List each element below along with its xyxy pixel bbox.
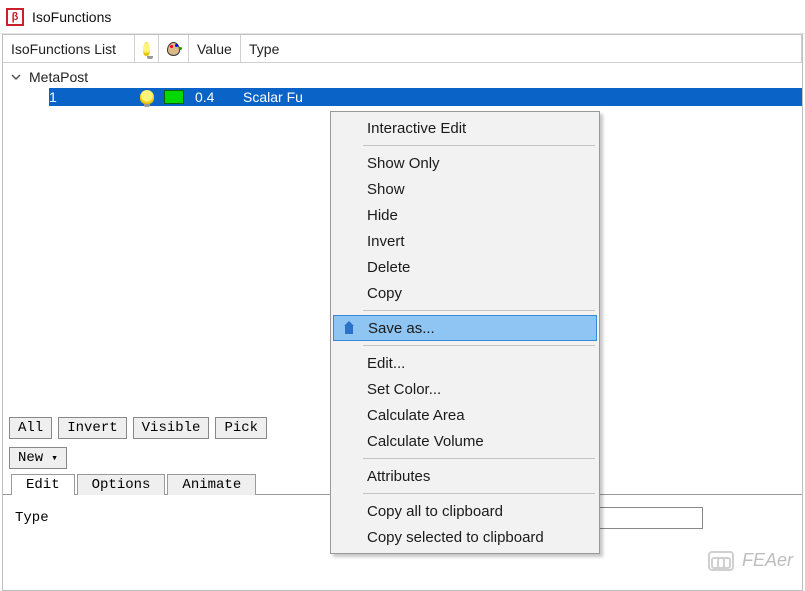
window-title: IsoFunctions bbox=[32, 9, 111, 25]
expander-icon[interactable] bbox=[9, 70, 23, 84]
watermark-icon bbox=[708, 551, 734, 571]
bulb-icon bbox=[140, 90, 154, 104]
type-label: Type bbox=[15, 510, 95, 526]
row-color bbox=[159, 88, 189, 106]
menu-separator bbox=[363, 345, 595, 346]
row-value: 0.4 bbox=[189, 88, 237, 106]
menu-save-as-label: Save as... bbox=[368, 320, 435, 337]
all-button[interactable]: All bbox=[9, 417, 52, 439]
invert-button[interactable]: Invert bbox=[58, 417, 126, 439]
palette-icon bbox=[167, 42, 180, 56]
color-swatch bbox=[164, 90, 184, 104]
tree-item-row[interactable]: 1 0.4 Scalar Fu bbox=[3, 87, 802, 107]
context-menu[interactable]: Interactive Edit Show Only Show Hide Inv… bbox=[330, 111, 600, 554]
menu-copy[interactable]: Copy bbox=[333, 280, 597, 306]
menu-edit[interactable]: Edit... bbox=[333, 350, 597, 376]
list-header: IsoFunctions List Value Type bbox=[3, 35, 802, 63]
new-button[interactable]: New bbox=[9, 447, 67, 469]
app-icon: β bbox=[6, 8, 24, 26]
menu-show[interactable]: Show bbox=[333, 176, 597, 202]
menu-copy-selected[interactable]: Copy selected to clipboard bbox=[333, 524, 597, 550]
menu-interactive-edit[interactable]: Interactive Edit bbox=[333, 115, 597, 141]
menu-calculate-volume[interactable]: Calculate Volume bbox=[333, 428, 597, 454]
menu-calculate-area[interactable]: Calculate Area bbox=[333, 402, 597, 428]
row-visibility bbox=[135, 88, 159, 106]
column-type[interactable]: Type bbox=[241, 35, 802, 62]
menu-delete[interactable]: Delete bbox=[333, 254, 597, 280]
menu-separator bbox=[363, 145, 595, 146]
column-value[interactable]: Value bbox=[189, 35, 241, 62]
menu-attributes[interactable]: Attributes bbox=[333, 463, 597, 489]
tree-root-row[interactable]: MetaPost bbox=[3, 67, 802, 87]
menu-separator bbox=[363, 310, 595, 311]
tab-edit[interactable]: Edit bbox=[11, 474, 75, 495]
tab-animate[interactable]: Animate bbox=[167, 474, 256, 495]
watermark-text: FEAer bbox=[742, 550, 793, 571]
row-type: Scalar Fu bbox=[237, 88, 802, 106]
menu-save-as[interactable]: Save as... bbox=[333, 315, 597, 341]
menu-set-color[interactable]: Set Color... bbox=[333, 376, 597, 402]
menu-separator bbox=[363, 458, 595, 459]
menu-separator bbox=[363, 493, 595, 494]
column-visibility[interactable] bbox=[135, 35, 159, 62]
menu-hide[interactable]: Hide bbox=[333, 202, 597, 228]
tab-options[interactable]: Options bbox=[77, 474, 166, 495]
row-id: 1 bbox=[49, 88, 135, 106]
watermark: FEAer bbox=[708, 550, 793, 571]
column-list[interactable]: IsoFunctions List bbox=[3, 35, 135, 62]
pick-button[interactable]: Pick bbox=[215, 417, 267, 439]
menu-copy-all[interactable]: Copy all to clipboard bbox=[333, 498, 597, 524]
menu-show-only[interactable]: Show Only bbox=[333, 150, 597, 176]
titlebar: β IsoFunctions bbox=[0, 0, 805, 34]
column-color[interactable] bbox=[159, 35, 189, 62]
tree-root-label: MetaPost bbox=[29, 69, 88, 85]
visible-button[interactable]: Visible bbox=[133, 417, 210, 439]
menu-invert[interactable]: Invert bbox=[333, 228, 597, 254]
tree-item-selected[interactable]: 1 0.4 Scalar Fu bbox=[49, 88, 802, 106]
save-as-icon bbox=[340, 320, 358, 336]
bulb-icon bbox=[143, 42, 150, 56]
